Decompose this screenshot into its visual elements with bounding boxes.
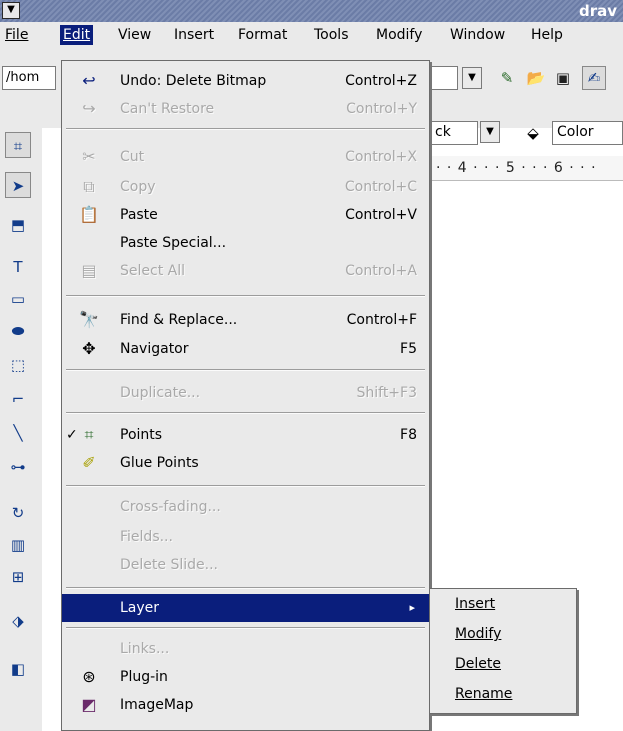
ellipse-tool-icon[interactable]: ⬬ <box>5 318 31 344</box>
area-style-combo[interactable]: Color <box>552 121 623 145</box>
menu-item-plugin[interactable]: ⊛ Plug-in <box>62 663 429 691</box>
menu-separator <box>66 128 425 130</box>
menu-item-imagemap[interactable]: ◩ ImageMap <box>62 691 429 719</box>
menu-window[interactable]: Window <box>447 25 508 45</box>
imagemap-icon: ◩ <box>81 695 97 714</box>
open-folder-icon[interactable]: 📂 <box>525 67 547 89</box>
chevron-down-icon[interactable]: ▼ <box>462 67 482 89</box>
submenu-item-delete[interactable]: Delete <box>455 651 501 677</box>
points-icon: ⌗ <box>84 425 94 444</box>
menu-item-cut[interactable]: ✂ Cut Control+X <box>62 143 429 171</box>
menu-item-navigator[interactable]: ✥ Navigator F5 <box>62 335 429 363</box>
text-tool-icon[interactable]: T <box>5 254 31 280</box>
menu-insert[interactable]: Insert <box>171 25 217 45</box>
menu-item-copy[interactable]: ⧉ Copy Control+C <box>62 173 429 201</box>
title-bar: ▼ drav <box>0 0 623 22</box>
menu-item-undo[interactable]: ↩ Undo: Delete Bitmap Control+Z <box>62 67 429 95</box>
main-toolbar: ⌗ ➤ ⬒ T ▭ ⬬ ⬚ ⌐ ╲ ⊶ ↻ ▥ ⊞ ⬗ ◧ <box>0 128 42 731</box>
menu-item-select-all[interactable]: ▤ Select All Control+A <box>62 257 429 285</box>
save-icon[interactable]: ▣ <box>552 67 574 89</box>
edit-mode-icon[interactable]: ✍ <box>582 66 606 90</box>
menu-modify[interactable]: Modify <box>373 25 425 45</box>
menu-item-find-replace[interactable]: 🔭 Find & Replace... Control+F <box>62 306 429 334</box>
url-field[interactable]: /hom <box>2 66 56 90</box>
layer-submenu: Insert Modify Delete Rename <box>429 588 577 714</box>
scissors-icon: ✂ <box>82 147 96 166</box>
area-fill-icon[interactable]: ⬙ <box>522 122 544 144</box>
toolbar-combo-left[interactable] <box>430 66 458 90</box>
3d-effects-tool-icon[interactable]: ◧ <box>5 656 31 682</box>
connector-tool-icon[interactable]: ⊶ <box>5 454 31 480</box>
menu-bar: File Edit View Insert Format Tools Modif… <box>0 22 623 48</box>
binoculars-icon: 🔭 <box>79 310 99 329</box>
menu-item-paste[interactable]: 📋 Paste Control+V <box>62 201 429 229</box>
menu-tools[interactable]: Tools <box>311 25 352 45</box>
menu-separator <box>66 369 425 371</box>
redo-icon: ↪ <box>82 99 96 118</box>
menu-item-links[interactable]: Links... <box>62 635 429 663</box>
menu-item-delete-slide[interactable]: Delete Slide... <box>62 551 429 579</box>
insert-tool-icon[interactable]: ⬗ <box>5 608 31 634</box>
edit-menu: ↩ Undo: Delete Bitmap Control+Z ↪ Can't … <box>61 60 430 731</box>
window-menu-button[interactable]: ▼ <box>2 2 20 19</box>
menu-view[interactable]: View <box>115 25 154 45</box>
chevron-down-icon[interactable]: ▼ <box>480 121 500 143</box>
submenu-arrow-icon: ▸ <box>409 601 415 614</box>
menu-item-fields[interactable]: Fields... <box>62 523 429 551</box>
horizontal-ruler: · · 4 · · · 5 · · · 6 · · · <box>432 156 623 181</box>
zoom-tool-icon[interactable]: ⬒ <box>5 212 31 238</box>
plugin-icon: ⊛ <box>82 667 96 686</box>
menu-item-cross-fading[interactable]: Cross-fading... <box>62 493 429 521</box>
line-tool-icon[interactable]: ╲ <box>5 420 31 446</box>
3d-object-tool-icon[interactable]: ⬚ <box>5 352 31 378</box>
points-tool-icon[interactable]: ⌗ <box>5 132 31 158</box>
menu-item-paste-special[interactable]: Paste Special... <box>62 229 429 257</box>
menu-separator <box>66 627 425 629</box>
edit-file-icon[interactable]: ✎ <box>496 67 518 89</box>
menu-item-restore[interactable]: ↪ Can't Restore Control+Y <box>62 95 429 123</box>
undo-icon: ↩ <box>82 71 96 90</box>
menu-item-duplicate[interactable]: Duplicate... Shift+F3 <box>62 379 429 407</box>
select-all-icon: ▤ <box>81 261 97 280</box>
menu-format[interactable]: Format <box>235 25 290 45</box>
navigator-icon: ✥ <box>82 339 96 358</box>
menu-separator <box>66 412 425 414</box>
rectangle-tool-icon[interactable]: ▭ <box>5 286 31 312</box>
menu-separator <box>66 587 425 589</box>
paste-icon: 📋 <box>79 205 99 224</box>
glue-points-icon: ✐ <box>82 453 96 472</box>
curve-tool-icon[interactable]: ⌐ <box>5 386 31 412</box>
copy-icon: ⧉ <box>83 177 95 196</box>
menu-separator <box>66 485 425 487</box>
alignment-tool-icon[interactable]: ▥ <box>5 532 31 558</box>
menu-item-glue-points[interactable]: ✐ Glue Points <box>62 449 429 477</box>
submenu-item-modify[interactable]: Modify <box>455 621 501 647</box>
submenu-item-insert[interactable]: Insert <box>455 591 495 617</box>
select-arrow-icon[interactable]: ➤ <box>5 172 31 198</box>
menu-help[interactable]: Help <box>528 25 566 45</box>
arrange-tool-icon[interactable]: ⊞ <box>5 564 31 590</box>
menu-separator <box>66 295 425 297</box>
rotate-tool-icon[interactable]: ↻ <box>5 500 31 526</box>
submenu-item-rename[interactable]: Rename <box>455 681 512 707</box>
menu-edit[interactable]: Edit <box>60 25 94 45</box>
menu-item-layer[interactable]: Layer ▸ <box>62 594 429 622</box>
menu-item-points[interactable]: ✓ ⌗ Points F8 <box>62 421 429 449</box>
window-title: drav <box>578 2 617 20</box>
menu-file[interactable]: File <box>2 25 31 45</box>
line-style-combo[interactable]: ck <box>430 121 478 145</box>
